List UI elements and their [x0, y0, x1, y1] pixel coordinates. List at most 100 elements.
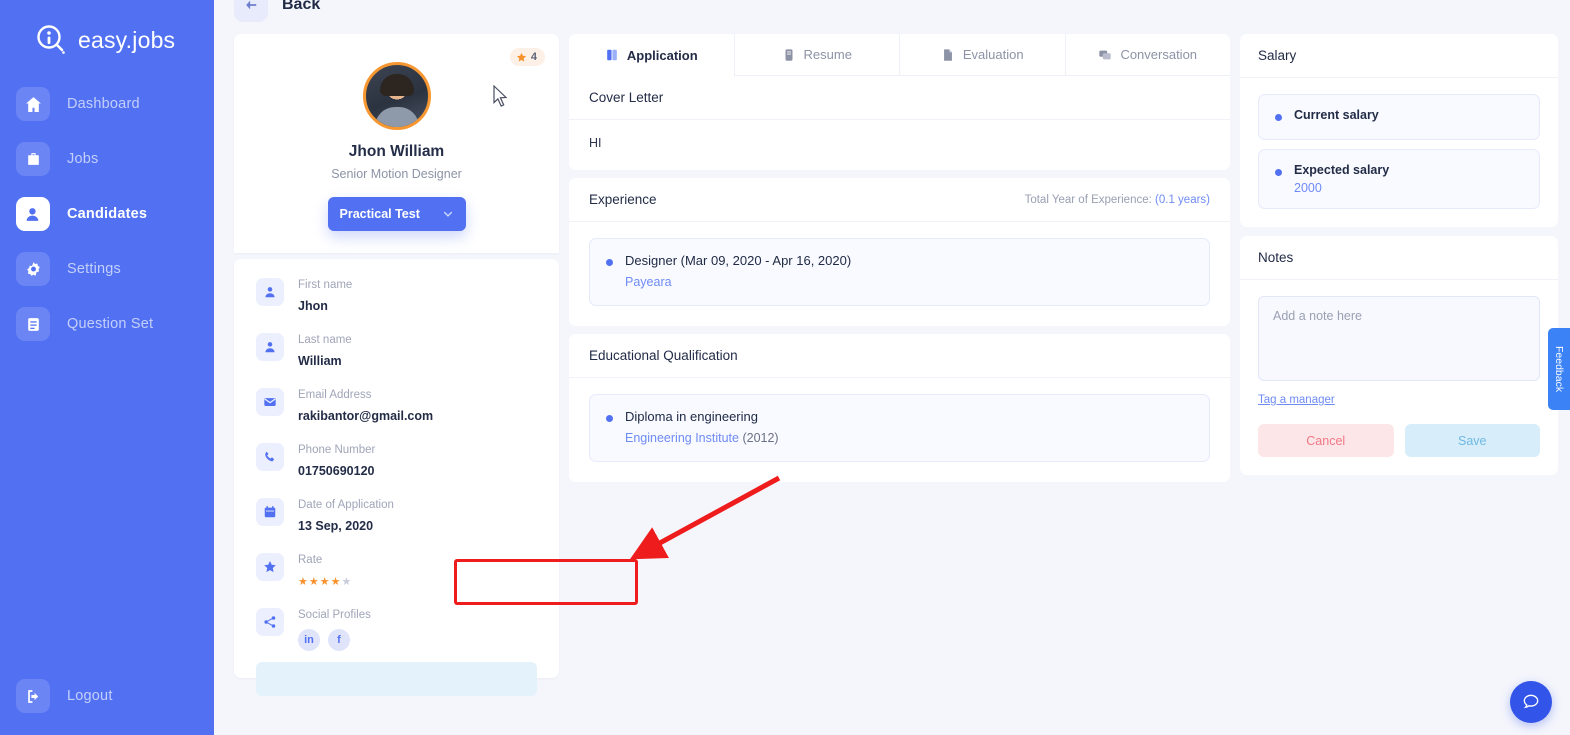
- experience-item: Designer (Mar 09, 2020 - Apr 16, 2020) P…: [589, 238, 1210, 306]
- gear-icon: [16, 252, 50, 286]
- sidebar-item-jobs[interactable]: Jobs: [0, 135, 214, 183]
- chat-bubble-icon: [1523, 694, 1539, 709]
- salary-label: Current salary: [1294, 108, 1379, 122]
- notes-panel: Notes Tag a manager Cancel Save: [1240, 236, 1558, 475]
- tab-resume[interactable]: Resume: [734, 34, 900, 76]
- salary-panel: Salary Current salary Expected salary 20…: [1240, 34, 1558, 227]
- logout-button[interactable]: Logout: [0, 679, 113, 713]
- detail-value: William: [298, 354, 342, 368]
- total-experience: Total Year of Experience: (0.1 years): [1025, 194, 1210, 206]
- home-icon: [16, 87, 50, 121]
- salary-row-expected: Expected salary 2000: [1258, 149, 1540, 209]
- detail-label: Date of Application: [298, 499, 394, 511]
- stage-label: Practical Test: [339, 207, 420, 221]
- education-institute: Engineering Institute (2012): [625, 431, 779, 445]
- cover-letter-body: HI: [569, 120, 1230, 170]
- sidebar-item-question-set[interactable]: Question Set: [0, 300, 214, 348]
- share-icon: [256, 608, 284, 636]
- detail-value: Jhon: [298, 299, 328, 313]
- education-body: Diploma in engineering Engineering Insti…: [569, 378, 1230, 482]
- avatar: [362, 62, 431, 130]
- salary-row-current: Current salary: [1258, 94, 1540, 140]
- linkedin-icon[interactable]: in: [298, 629, 320, 651]
- side-column: Salary Current salary Expected salary 20…: [1240, 34, 1558, 735]
- bullet-icon: [1275, 114, 1282, 121]
- candidate-role: Senior Motion Designer: [331, 167, 462, 181]
- evaluation-icon: [943, 48, 952, 61]
- page-title: Back: [282, 0, 321, 13]
- detail-label: Last name: [298, 334, 352, 346]
- facebook-icon[interactable]: f: [328, 629, 350, 651]
- sidebar-item-settings[interactable]: Settings: [0, 245, 214, 293]
- notes-title: Notes: [1240, 236, 1558, 280]
- brand-name: easy.jobs: [78, 26, 176, 53]
- tag-a-manager-link[interactable]: Tag a manager: [1258, 394, 1335, 406]
- app-root: easy.jobs Dashboard Jobs Candidates Sett…: [0, 0, 1570, 735]
- detail-label: Social Profiles: [298, 609, 371, 621]
- tab-evaluation[interactable]: Evaluation: [900, 34, 1066, 76]
- main-area: Back 4 Jhon William Senior Motion Design…: [214, 0, 1570, 735]
- education-degree: Diploma in engineering: [625, 409, 758, 424]
- feedback-tab[interactable]: Feedback: [1548, 328, 1570, 410]
- rating-stars[interactable]: ★★★★★: [298, 575, 352, 588]
- user-icon: [256, 333, 284, 361]
- star-icon: [516, 52, 526, 61]
- envelope-icon: [256, 388, 284, 416]
- tab-conversation[interactable]: Conversation: [1065, 34, 1230, 76]
- rating-value: 4: [530, 51, 537, 63]
- salary-label: Expected salary: [1294, 163, 1390, 177]
- application-column: Application Resume Evaluation Conversati…: [569, 34, 1230, 735]
- logout-label: Logout: [67, 688, 113, 704]
- panel-title-text: Experience: [589, 192, 657, 207]
- note-input[interactable]: [1258, 296, 1540, 381]
- detail-row-date-of-application: Date of Application 13 Sep, 2020: [234, 495, 559, 550]
- tab-label: Conversation: [1120, 47, 1198, 62]
- salary-body: Current salary Expected salary 2000: [1240, 78, 1558, 227]
- candidate-details-card: First name Jhon Last name William Email …: [234, 259, 559, 696]
- detail-row-rate[interactable]: Rate ★★★★★: [234, 550, 559, 605]
- profile-card: 4 Jhon William Senior Motion Designer Pr…: [234, 34, 559, 253]
- detail-value: 01750690120: [298, 464, 375, 478]
- detail-value: rakibantor@gmail.com: [298, 409, 434, 423]
- application-icon: [607, 49, 617, 61]
- cover-letter-panel: Cover Letter HI: [569, 76, 1230, 170]
- panel-title-text: Educational Qualification: [589, 348, 738, 363]
- note-actions: Cancel Save: [1258, 424, 1540, 457]
- sidebar-item-label: Settings: [67, 261, 121, 277]
- calendar-icon: [256, 498, 284, 526]
- chevron-down-icon: [443, 211, 452, 217]
- briefcase-icon: [16, 142, 50, 176]
- clipboard-icon: [16, 307, 50, 341]
- tab-label: Application: [626, 47, 698, 63]
- sidebar-item-label: Candidates: [67, 206, 148, 222]
- tab-bar: Application Resume Evaluation Conversati…: [569, 34, 1230, 76]
- panel-title-text: Cover Letter: [589, 90, 664, 105]
- chat-button[interactable]: [1510, 681, 1552, 723]
- tab-application[interactable]: Application: [569, 34, 735, 76]
- sidebar-item-candidates[interactable]: Candidates: [0, 190, 214, 238]
- user-icon: [256, 278, 284, 306]
- notes-body: Tag a manager Cancel Save: [1240, 280, 1558, 475]
- bullet-icon: [606, 259, 613, 266]
- cancel-button[interactable]: Cancel: [1258, 424, 1394, 457]
- experience-title: Designer (Mar 09, 2020 - Apr 16, 2020): [625, 253, 852, 268]
- conversation-icon: [1099, 50, 1112, 59]
- institute-name: Engineering Institute: [625, 431, 739, 445]
- candidate-column: 4 Jhon William Senior Motion Designer Pr…: [234, 34, 559, 735]
- download-cv-button[interactable]: [256, 662, 537, 696]
- save-button[interactable]: Save: [1404, 424, 1540, 457]
- detail-row-email: Email Address rakibantor@gmail.com: [234, 385, 559, 440]
- detail-label: Rate: [298, 554, 323, 566]
- stage-dropdown-button[interactable]: Practical Test: [327, 197, 466, 231]
- arrow-left-icon: [246, 0, 257, 10]
- experience-header: Experience Total Year of Experience: (0.…: [569, 178, 1230, 222]
- detail-row-last-name: Last name William: [234, 330, 559, 385]
- brand-logo[interactable]: easy.jobs: [0, 0, 214, 62]
- social-links: in f: [298, 629, 371, 651]
- tab-label: Evaluation: [962, 47, 1024, 62]
- salary-title: Salary: [1240, 34, 1558, 78]
- experience-panel: Experience Total Year of Experience: (0.…: [569, 178, 1230, 326]
- star-icon: [256, 553, 284, 581]
- back-button[interactable]: [234, 0, 268, 22]
- sidebar-item-dashboard[interactable]: Dashboard: [0, 80, 214, 128]
